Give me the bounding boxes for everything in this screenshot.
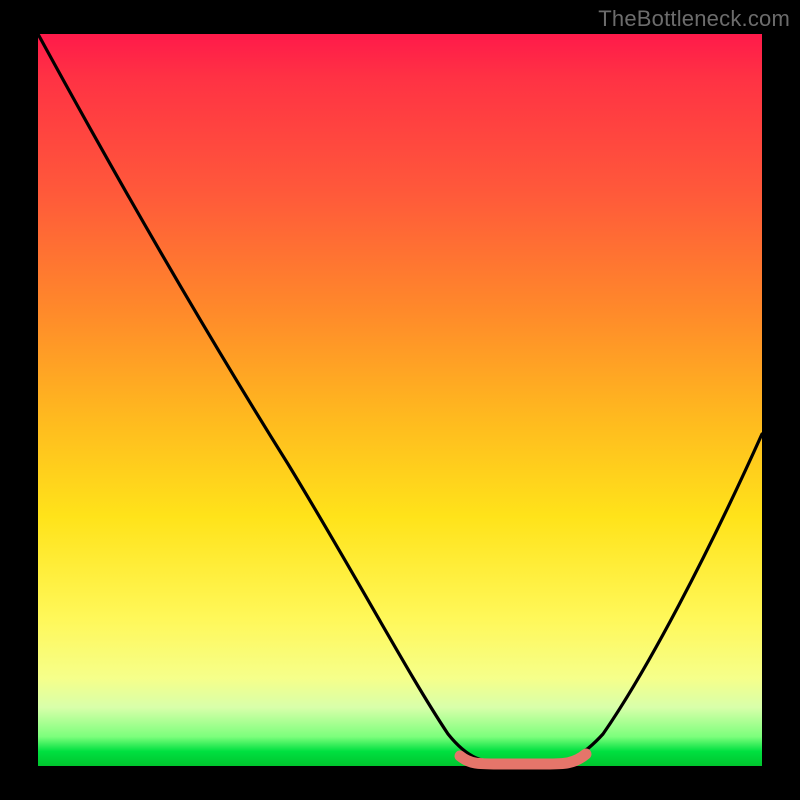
curve-path: [38, 34, 762, 764]
watermark-text: TheBottleneck.com: [598, 6, 790, 32]
chart-frame: TheBottleneck.com: [0, 0, 800, 800]
bottleneck-curve: [38, 34, 762, 766]
plot-area: [38, 34, 762, 766]
optimal-zone-marker: [460, 754, 586, 764]
